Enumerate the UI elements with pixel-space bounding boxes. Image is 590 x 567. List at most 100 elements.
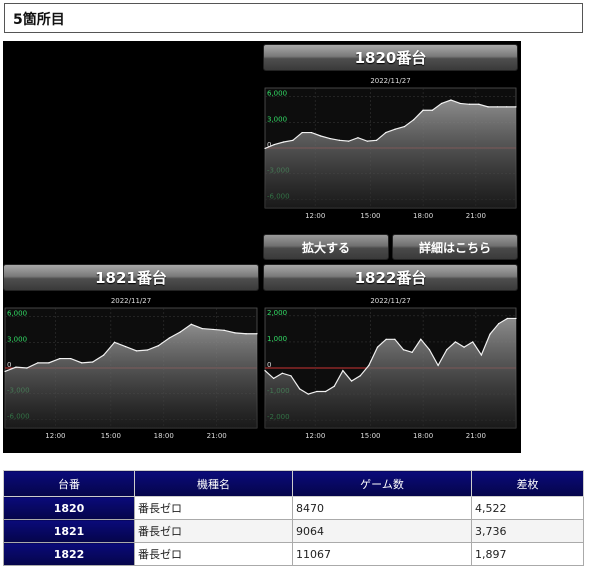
chart-1822: 2022/11/272,0001,0000-1,000-2,00012:0015… xyxy=(264,297,517,440)
data-point xyxy=(459,102,461,105)
x-tick-label: 21:00 xyxy=(466,212,486,220)
data-point xyxy=(135,350,138,352)
zoom-button[interactable]: 拡大する xyxy=(263,234,389,260)
data-point xyxy=(413,119,415,121)
y-tick-label: 2,000 xyxy=(267,309,287,317)
table-row[interactable]: 1820 番長ゼロ 8470 4,522 xyxy=(3,496,584,520)
machine-number[interactable]: 1820 xyxy=(3,496,135,520)
data-point xyxy=(506,317,508,320)
data-point xyxy=(403,125,406,128)
table-row[interactable]: 1822 番長ゼロ 11067 1,897 xyxy=(3,542,584,566)
data-point xyxy=(256,333,258,335)
data-point xyxy=(223,329,225,331)
data-point xyxy=(4,370,6,373)
data-point xyxy=(394,338,396,340)
data-point xyxy=(92,361,94,363)
data-point xyxy=(375,139,378,141)
data-point xyxy=(411,351,413,353)
y-tick-label: 3,000 xyxy=(7,335,27,343)
data-point xyxy=(350,380,353,382)
data-point xyxy=(299,388,301,390)
panel-title-1821[interactable]: 1821番台 xyxy=(3,264,259,291)
x-tick-label: 15:00 xyxy=(360,212,380,220)
y-tick-label: 6,000 xyxy=(7,310,27,318)
data-point xyxy=(81,362,83,364)
data-point xyxy=(264,147,266,150)
chart-1820: 2022/11/276,0003,0000-3,000-6,00012:0015… xyxy=(264,77,517,220)
y-tick-label: 6,000 xyxy=(267,90,287,98)
data-point xyxy=(338,139,340,141)
x-tick-label: 21:00 xyxy=(207,432,227,440)
data-point xyxy=(342,370,344,372)
coin-diff: 3,736 xyxy=(471,519,584,543)
data-point xyxy=(157,345,159,347)
data-point xyxy=(498,323,500,325)
x-tick-label: 15:00 xyxy=(360,432,380,440)
data-point xyxy=(26,367,28,369)
panel-title-1822[interactable]: 1822番台 xyxy=(263,264,518,291)
data-point xyxy=(307,393,309,395)
data-point xyxy=(428,349,431,351)
data-point xyxy=(103,354,105,356)
x-tick-label: 12:00 xyxy=(305,432,325,440)
data-point xyxy=(357,137,359,139)
data-point xyxy=(368,364,370,366)
x-tick-label: 12:00 xyxy=(305,212,325,220)
chart-1821: 2022/11/276,0003,0000-3,000-6,00012:0015… xyxy=(4,297,258,440)
data-point xyxy=(463,346,465,348)
chart-date: 2022/11/27 xyxy=(370,297,410,305)
data-point xyxy=(468,103,471,105)
y-tick-label: 0 xyxy=(267,361,271,369)
data-point xyxy=(146,349,149,351)
y-tick-label: 0 xyxy=(7,361,11,369)
data-point xyxy=(446,349,448,351)
x-tick-label: 18:00 xyxy=(154,432,174,440)
data-point xyxy=(422,109,424,111)
data-point xyxy=(273,377,275,380)
col-header-model: 機種名 xyxy=(134,470,293,497)
y-tick-label: 1,000 xyxy=(267,335,287,343)
data-point xyxy=(316,390,318,393)
data-point xyxy=(113,341,116,343)
table-row[interactable]: 1821 番長ゼロ 9064 3,736 xyxy=(3,519,584,543)
data-point xyxy=(420,338,422,340)
data-point xyxy=(472,341,474,343)
chart-date: 2022/11/27 xyxy=(370,77,410,85)
data-point xyxy=(301,131,303,134)
data-point xyxy=(496,106,499,108)
panel-1820: 1820番台 2022/11/276,0003,0000-3,000-6,000… xyxy=(263,44,518,222)
col-header-games: ゲーム数 xyxy=(292,470,472,497)
data-point xyxy=(273,143,275,146)
data-point xyxy=(489,333,491,335)
machine-number[interactable]: 1821 xyxy=(3,519,135,543)
coin-diff: 1,897 xyxy=(471,542,584,566)
game-count: 8470 xyxy=(292,496,472,520)
data-point xyxy=(385,131,387,134)
table-header-row: 台番 機種名 ゲーム数 差枚 xyxy=(3,470,584,497)
data-point xyxy=(282,141,285,143)
chart-date: 2022/11/27 xyxy=(111,297,151,305)
data-point xyxy=(37,362,39,364)
data-point xyxy=(437,364,439,366)
x-tick-label: 18:00 xyxy=(413,212,433,220)
details-button[interactable]: 詳細はこちら xyxy=(392,234,518,260)
data-point xyxy=(348,140,350,142)
col-header-diff: 差枚 xyxy=(471,470,584,497)
model-name: 番長ゼロ xyxy=(134,496,293,520)
data-point xyxy=(168,337,170,339)
data-point xyxy=(264,370,266,372)
panel-1822: 1822番台 2022/11/272,0001,0000-1,000-2,000… xyxy=(263,264,518,442)
y-tick-label: 3,000 xyxy=(267,115,287,123)
model-name: 番長ゼロ xyxy=(134,542,293,566)
section-title: 5箇所目 xyxy=(13,12,65,28)
data-point xyxy=(59,357,61,360)
panel-title-1820[interactable]: 1820番台 xyxy=(263,44,518,71)
machine-number[interactable]: 1822 xyxy=(3,542,135,566)
data-point xyxy=(333,385,335,387)
data-point xyxy=(310,131,313,134)
model-name: 番長ゼロ xyxy=(134,519,293,543)
data-point xyxy=(394,128,396,130)
data-point xyxy=(292,139,294,141)
panel-1821: 1821番台 2022/11/276,0003,0000-3,000-6,000… xyxy=(3,264,259,442)
data-point xyxy=(190,323,192,325)
